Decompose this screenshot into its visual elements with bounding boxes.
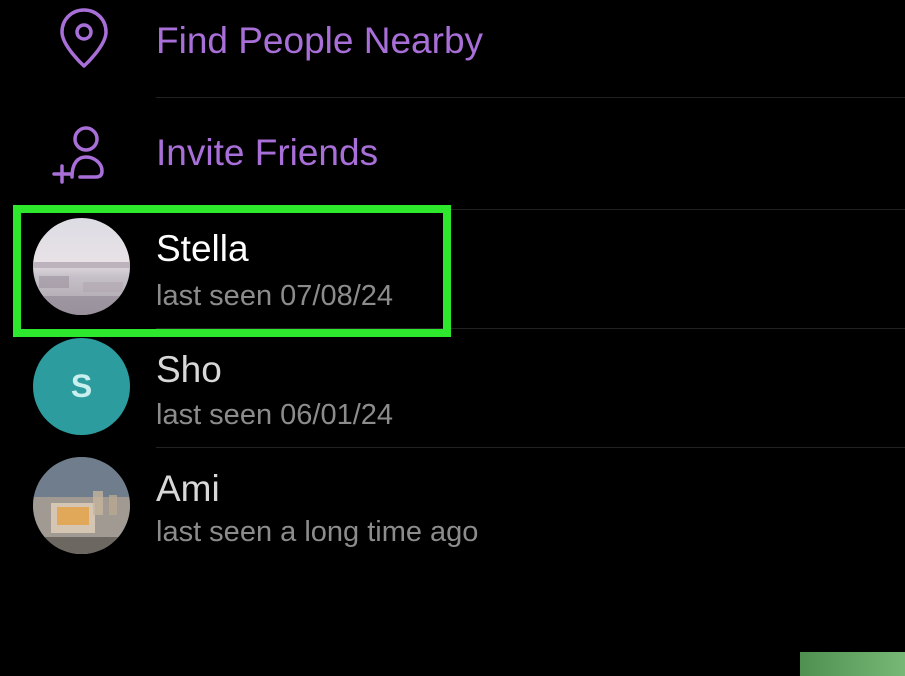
add-person-icon [52, 126, 104, 184]
location-pin-icon [60, 8, 108, 68]
divider [156, 97, 905, 98]
avatar [33, 457, 130, 554]
divider [156, 447, 905, 448]
contact-name: Ami [156, 468, 220, 509]
invite-friends-row[interactable]: Invite Friends [0, 99, 905, 209]
corner-decoration [800, 652, 905, 676]
find-people-nearby-label: Find People Nearby [156, 20, 484, 61]
highlight-box [13, 205, 451, 337]
contact-last-seen: last seen a long time ago [156, 516, 479, 548]
contact-photo [33, 457, 130, 554]
contact-name: Sho [156, 349, 222, 390]
contact-last-seen: last seen 06/01/24 [156, 399, 394, 431]
contact-row-sho[interactable]: S Sho last seen 06/01/24 [0, 333, 905, 445]
invite-friends-label: Invite Friends [156, 132, 379, 173]
avatar: S [33, 338, 130, 435]
find-people-nearby-row[interactable]: Find People Nearby [0, 0, 905, 96]
contact-row-ami[interactable]: Ami last seen a long time ago [0, 452, 905, 564]
